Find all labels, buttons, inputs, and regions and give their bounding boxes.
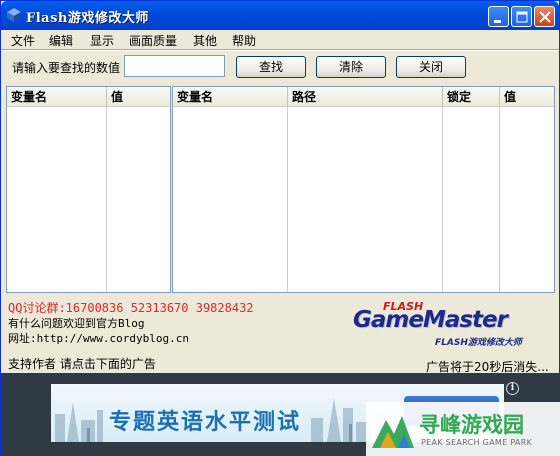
- column-header-name[interactable]: 变量名: [7, 87, 107, 107]
- column-header-value[interactable]: 值: [500, 87, 556, 107]
- menu-file[interactable]: 文件: [11, 32, 35, 49]
- locked-variables-table[interactable]: 变量名 路径 锁定 值: [172, 86, 555, 293]
- gamemaster-logo: FLASH GameMaster FLASH游戏修改大师: [353, 299, 549, 349]
- column-header-locked[interactable]: 锁定: [443, 87, 500, 107]
- find-button[interactable]: 查找: [236, 56, 306, 78]
- clear-button[interactable]: 清除: [316, 56, 386, 78]
- logo-main-text: GameMaster: [353, 307, 508, 333]
- close-icon: [539, 11, 551, 23]
- column-divider: [106, 107, 107, 292]
- menu-edit[interactable]: 编辑: [49, 32, 73, 49]
- watermark-subtext: PEAK SEARCH GAME PARK: [421, 438, 533, 447]
- blog-text: 有什么问题欢迎到官方Blog: [8, 317, 145, 330]
- menu-help[interactable]: 帮助: [232, 32, 256, 49]
- app-window: Flash游戏修改大师 文件 编辑 显示 画面质量 其他 帮助 请输入要查找的数…: [0, 0, 560, 456]
- column-divider: [287, 107, 288, 292]
- table-header: 变量名 值: [7, 87, 170, 107]
- menu-other[interactable]: 其他: [193, 32, 217, 49]
- column-header-value[interactable]: 值: [107, 87, 172, 107]
- title-bar[interactable]: Flash游戏修改大师: [1, 1, 559, 30]
- watermark-logo-icon: [372, 416, 414, 448]
- toolbar-separator: [1, 49, 559, 51]
- ad-text: 专题英语水平测试: [109, 410, 302, 435]
- menu-bar: 文件 编辑 显示 画面质量 其他 帮助: [1, 30, 559, 49]
- logo-sub-text: FLASH游戏修改大师: [435, 338, 522, 348]
- search-label: 请输入要查找的数值: [12, 61, 121, 75]
- url-text[interactable]: 网址:http://www.cordyblog.cn: [8, 330, 189, 346]
- watermark-text: 寻峰游戏园: [419, 413, 524, 437]
- column-header-name[interactable]: 变量名: [173, 87, 288, 107]
- column-divider: [499, 107, 500, 292]
- watermark: 寻峰游戏园 PEAK SEARCH GAME PARK: [366, 402, 560, 456]
- minimize-icon: [494, 20, 501, 23]
- window-title: Flash游戏修改大师: [26, 11, 149, 26]
- info-icon[interactable]: i: [506, 382, 519, 395]
- app-icon: [7, 8, 21, 22]
- minimize-button[interactable]: [488, 6, 509, 27]
- menu-quality[interactable]: 画面质量: [129, 32, 177, 49]
- support-text: 支持作者 请点击下面的广告: [8, 357, 156, 371]
- close-button[interactable]: 关闭: [396, 56, 466, 78]
- menu-view[interactable]: 显示: [90, 32, 114, 49]
- column-divider: [442, 107, 443, 292]
- maximize-button[interactable]: [511, 6, 532, 27]
- search-results-table[interactable]: 变量名 值: [6, 86, 171, 293]
- close-window-button[interactable]: [534, 6, 555, 27]
- column-header-path[interactable]: 路径: [288, 87, 443, 107]
- table-header: 变量名 路径 锁定 值: [173, 87, 554, 107]
- qq-group-text: QQ讨论群:16700836 52313670 39828432: [8, 301, 254, 315]
- maximize-icon: [516, 11, 528, 23]
- search-input[interactable]: [124, 55, 225, 77]
